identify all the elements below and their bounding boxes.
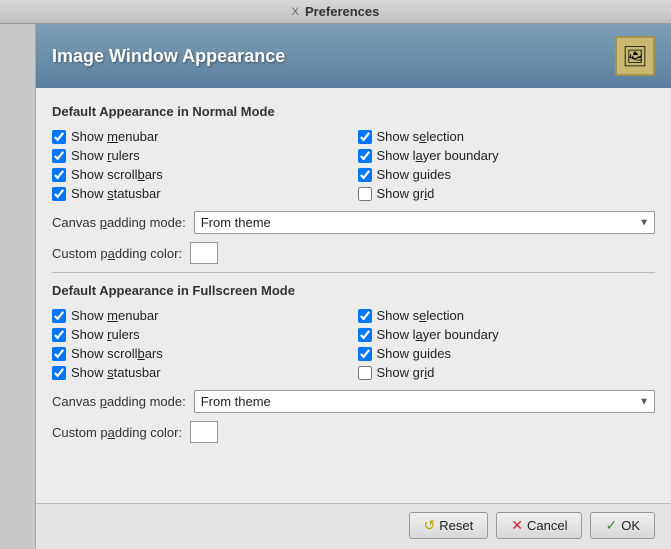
preferences-window: X Preferences Image Window Appearance 🖼 …: [0, 0, 671, 549]
checkbox-fs-menubar-input[interactable]: [52, 309, 66, 323]
checkbox-nm-statusbar[interactable]: Show statusbar: [52, 186, 350, 201]
checkbox-nm-layer-label: Show layer boundary: [377, 148, 499, 163]
checkbox-nm-guides-label: Show guides: [377, 167, 451, 182]
checkbox-nm-selection-label: Show selection: [377, 129, 464, 144]
section-divider: [52, 272, 655, 273]
nm-custom-color-row: Custom padding color:: [52, 242, 655, 264]
reset-button[interactable]: ↺ Reset: [409, 512, 489, 539]
checkbox-fs-guides-label: Show guides: [377, 346, 451, 361]
header-icon: 🖼: [615, 36, 655, 76]
checkbox-fs-rulers-input[interactable]: [52, 328, 66, 342]
ok-button[interactable]: ✓ OK: [590, 512, 655, 539]
fs-canvas-padding-dropdown-wrap: From theme Light check Dark check Custom…: [194, 390, 655, 413]
fs-custom-color-swatch[interactable]: [190, 421, 218, 443]
fs-custom-color-row: Custom padding color:: [52, 421, 655, 443]
checkbox-nm-rulers-label: Show rulers: [71, 148, 140, 163]
window-title: Preferences: [305, 4, 379, 19]
checkbox-fs-statusbar-input[interactable]: [52, 366, 66, 380]
checkbox-nm-guides[interactable]: Show guides: [358, 167, 656, 182]
ok-label: OK: [621, 518, 640, 533]
header-banner: Image Window Appearance 🖼: [36, 24, 671, 88]
checkbox-fs-layer[interactable]: Show layer boundary: [358, 327, 656, 342]
checkbox-fs-rulers-label: Show rulers: [71, 327, 140, 342]
checkbox-nm-selection-input[interactable]: [358, 130, 372, 144]
x-label: X: [292, 6, 299, 18]
ok-icon: ✓: [605, 517, 617, 534]
checkbox-nm-menubar[interactable]: Show menubar: [52, 129, 350, 144]
checkbox-fs-scrollbars-label: Show scrollbars: [71, 346, 163, 361]
normal-mode-checkboxes: Show menubar Show selection Show rulers …: [52, 129, 655, 201]
nm-canvas-padding-row: Canvas padding mode: From theme Light ch…: [52, 211, 655, 234]
reset-icon: ↺: [424, 517, 436, 534]
checkbox-nm-layer[interactable]: Show layer boundary: [358, 148, 656, 163]
fs-custom-color-label: Custom padding color:: [52, 425, 182, 440]
fullscreen-mode-title: Default Appearance in Fullscreen Mode: [52, 283, 655, 298]
nm-canvas-padding-label: Canvas padding mode:: [52, 215, 186, 230]
cancel-label: Cancel: [527, 518, 567, 533]
checkbox-fs-grid[interactable]: Show grid: [358, 365, 656, 380]
checkbox-nm-guides-input[interactable]: [358, 168, 372, 182]
checkbox-fs-scrollbars[interactable]: Show scrollbars: [52, 346, 350, 361]
titlebar: X Preferences: [0, 0, 671, 24]
fullscreen-mode-checkboxes: Show menubar Show selection Show rulers …: [52, 308, 655, 380]
checkbox-nm-statusbar-label: Show statusbar: [71, 186, 161, 201]
fs-canvas-padding-label: Canvas padding mode:: [52, 394, 186, 409]
checkbox-nm-rulers[interactable]: Show rulers: [52, 148, 350, 163]
main-content: Image Window Appearance 🖼 Default Appear…: [36, 24, 671, 549]
checkbox-nm-selection[interactable]: Show selection: [358, 129, 656, 144]
checkbox-nm-statusbar-input[interactable]: [52, 187, 66, 201]
checkbox-fs-menubar[interactable]: Show menubar: [52, 308, 350, 323]
reset-label: Reset: [439, 518, 473, 533]
sidebar: [0, 24, 36, 549]
checkbox-nm-scrollbars[interactable]: Show scrollbars: [52, 167, 350, 182]
cancel-icon: ✕: [511, 517, 523, 534]
nm-custom-color-label: Custom padding color:: [52, 246, 182, 261]
checkbox-fs-selection-label: Show selection: [377, 308, 464, 323]
checkbox-fs-statusbar-label: Show statusbar: [71, 365, 161, 380]
checkbox-fs-guides[interactable]: Show guides: [358, 346, 656, 361]
checkbox-nm-menubar-input[interactable]: [52, 130, 66, 144]
fs-canvas-padding-row: Canvas padding mode: From theme Light ch…: [52, 390, 655, 413]
checkbox-fs-selection[interactable]: Show selection: [358, 308, 656, 323]
prefs-body: Default Appearance in Normal Mode Show m…: [36, 88, 671, 503]
checkbox-nm-layer-input[interactable]: [358, 149, 372, 163]
page-title: Image Window Appearance: [52, 46, 285, 67]
checkbox-fs-guides-input[interactable]: [358, 347, 372, 361]
checkbox-fs-selection-input[interactable]: [358, 309, 372, 323]
cancel-button[interactable]: ✕ Cancel: [496, 512, 582, 539]
checkbox-nm-menubar-label: Show menubar: [71, 129, 158, 144]
nm-canvas-padding-select[interactable]: From theme Light check Dark check Custom…: [194, 211, 655, 234]
checkbox-nm-scrollbars-label: Show scrollbars: [71, 167, 163, 182]
checkbox-fs-layer-label: Show layer boundary: [377, 327, 499, 342]
checkbox-fs-scrollbars-input[interactable]: [52, 347, 66, 361]
checkbox-fs-menubar-label: Show menubar: [71, 308, 158, 323]
fs-canvas-padding-select[interactable]: From theme Light check Dark check Custom…: [194, 390, 655, 413]
checkbox-nm-grid-input[interactable]: [358, 187, 372, 201]
normal-mode-title: Default Appearance in Normal Mode: [52, 104, 655, 119]
checkbox-fs-grid-input[interactable]: [358, 366, 372, 380]
checkbox-nm-rulers-input[interactable]: [52, 149, 66, 163]
nm-canvas-padding-dropdown-wrap: From theme Light check Dark check Custom…: [194, 211, 655, 234]
footer: ↺ Reset ✕ Cancel ✓ OK: [36, 503, 671, 549]
checkbox-nm-grid[interactable]: Show grid: [358, 186, 656, 201]
checkbox-fs-statusbar[interactable]: Show statusbar: [52, 365, 350, 380]
nm-custom-color-swatch[interactable]: [190, 242, 218, 264]
checkbox-fs-grid-label: Show grid: [377, 365, 435, 380]
checkbox-fs-layer-input[interactable]: [358, 328, 372, 342]
checkbox-fs-rulers[interactable]: Show rulers: [52, 327, 350, 342]
checkbox-nm-grid-label: Show grid: [377, 186, 435, 201]
checkbox-nm-scrollbars-input[interactable]: [52, 168, 66, 182]
